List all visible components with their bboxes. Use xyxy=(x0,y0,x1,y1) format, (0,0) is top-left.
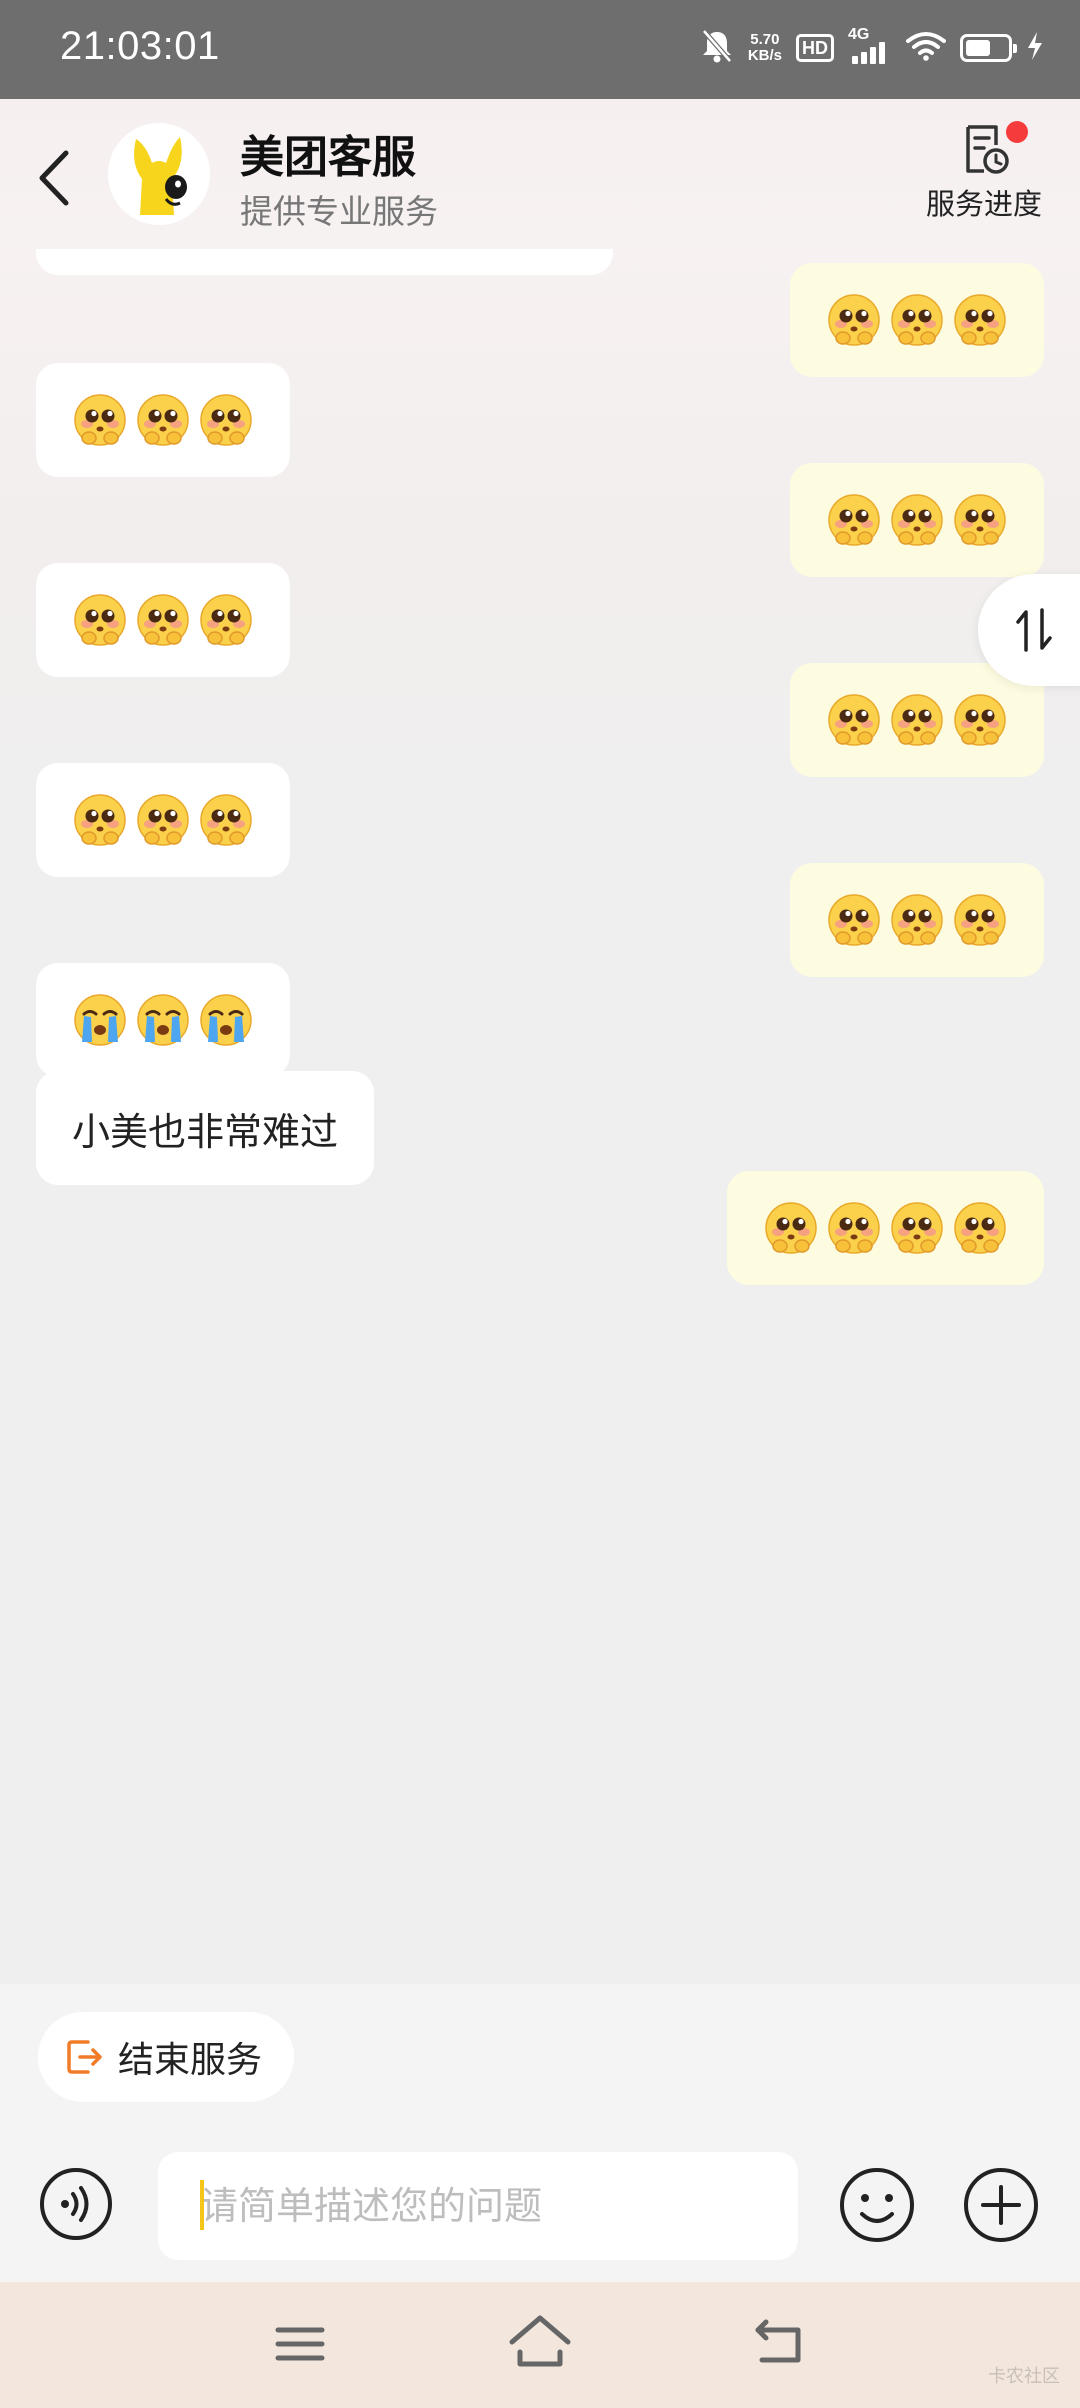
status-bar: 21:03:01 5.70 KB/s HD 4G xyxy=(0,0,1080,99)
wifi-icon xyxy=(906,31,946,65)
pleading-face-icon xyxy=(72,592,128,648)
return-icon xyxy=(755,2319,801,2363)
pleading-face-icon xyxy=(889,492,945,548)
pleading-face-icon xyxy=(72,792,128,848)
agent-message-bubble[interactable]: 也希望您这边理解一下 xyxy=(36,249,614,275)
pleading-face-icon xyxy=(952,492,1008,548)
pleading-face-icon xyxy=(826,292,882,348)
watermark: 卡农社区 xyxy=(988,2366,1060,2387)
user-message-bubble[interactable] xyxy=(790,863,1044,977)
pleading-face-icon xyxy=(889,1200,945,1256)
pleading-face-icon xyxy=(952,1200,1008,1256)
hd-icon: HD xyxy=(796,34,834,62)
notification-dot xyxy=(1006,121,1028,143)
agent-message-bubble[interactable] xyxy=(36,763,290,877)
back-button[interactable] xyxy=(32,147,80,209)
message-list[interactable]: 也希望您这边理解一下小美也非常难过 xyxy=(0,249,1080,1984)
service-progress-button[interactable]: 服务进度 xyxy=(918,121,1050,231)
chat-title: 美团客服 xyxy=(240,132,416,183)
agent-message-bubble[interactable] xyxy=(36,563,290,677)
service-progress-label: 服务进度 xyxy=(925,187,1042,221)
menu-icon xyxy=(275,2327,325,2361)
crying-face-icon xyxy=(72,992,128,1048)
battery-icon xyxy=(960,34,1017,62)
home-icon xyxy=(509,2315,571,2367)
smiley-icon xyxy=(840,2168,914,2242)
status-icons: 5.70 KB/s HD 4G xyxy=(700,26,1044,70)
pleading-face-icon xyxy=(889,892,945,948)
pleading-face-icon xyxy=(135,392,191,448)
scroll-toggle-button[interactable] xyxy=(978,574,1080,686)
user-message-bubble[interactable] xyxy=(790,263,1044,377)
pleading-face-icon xyxy=(198,792,254,848)
status-time: 21:03:01 xyxy=(60,24,220,68)
quick-actions: 结束服务 xyxy=(0,1984,1080,2114)
crying-face-icon xyxy=(198,992,254,1048)
pleading-face-icon xyxy=(135,792,191,848)
chevron-left-icon xyxy=(39,150,69,206)
mute-bell-icon xyxy=(700,28,734,68)
more-actions-button[interactable] xyxy=(962,2166,1040,2244)
crying-face-icon xyxy=(135,992,191,1048)
pleading-face-icon xyxy=(826,892,882,948)
nav-back-button[interactable] xyxy=(752,2314,808,2370)
end-service-button[interactable]: 结束服务 xyxy=(38,2012,294,2102)
user-message-bubble[interactable] xyxy=(727,1171,1044,1285)
net-speed: 5.70 KB/s xyxy=(748,32,782,64)
pleading-face-icon xyxy=(952,292,1008,348)
plus-icon xyxy=(964,2168,1038,2242)
user-message-bubble[interactable] xyxy=(790,663,1044,777)
document-clock-icon xyxy=(966,125,1009,174)
voice-input-button[interactable] xyxy=(38,2166,114,2242)
agent-message-bubble[interactable] xyxy=(36,963,290,1077)
pleading-face-icon xyxy=(198,592,254,648)
charging-icon xyxy=(1026,31,1044,65)
swap-vertical-icon xyxy=(1016,608,1052,652)
net-speed-value: 5.70 xyxy=(750,31,780,48)
emoji-button[interactable] xyxy=(838,2166,916,2244)
voice-icon xyxy=(40,2168,112,2240)
pleading-face-icon xyxy=(952,892,1008,948)
end-service-label: 结束服务 xyxy=(118,2040,263,2081)
pleading-face-icon xyxy=(72,392,128,448)
signal-icon: 4G xyxy=(848,26,892,68)
chat-subtitle: 提供专业服务 xyxy=(240,192,438,231)
pleading-face-icon xyxy=(198,392,254,448)
chat-header: 美团客服 提供专业服务 服务进度 xyxy=(0,99,1080,249)
pleading-face-icon xyxy=(889,292,945,348)
net-speed-unit: KB/s xyxy=(747,47,782,64)
avatar[interactable] xyxy=(108,123,210,225)
mascot-logo xyxy=(108,123,210,225)
pleading-face-icon xyxy=(952,692,1008,748)
message-input[interactable] xyxy=(158,2152,798,2260)
nav-home-button[interactable] xyxy=(508,2312,572,2372)
pleading-face-icon xyxy=(889,692,945,748)
pleading-face-icon xyxy=(763,1200,819,1256)
pleading-face-icon xyxy=(135,592,191,648)
pleading-face-icon xyxy=(826,492,882,548)
pleading-face-icon xyxy=(826,692,882,748)
user-message-bubble[interactable] xyxy=(790,463,1044,577)
agent-message-bubble[interactable]: 小美也非常难过 xyxy=(36,1071,375,1185)
exit-icon xyxy=(67,2040,102,2074)
agent-message-bubble[interactable] xyxy=(36,363,290,477)
text-caret xyxy=(200,2180,204,2230)
pleading-face-icon xyxy=(826,1200,882,1256)
system-nav-bar: 卡农社区 xyxy=(0,2282,1080,2408)
nav-menu-button[interactable] xyxy=(274,2318,326,2370)
message-text: 小美也非常难过 xyxy=(72,1109,339,1154)
input-bar xyxy=(0,2114,1080,2282)
network-type: 4G xyxy=(848,26,870,43)
